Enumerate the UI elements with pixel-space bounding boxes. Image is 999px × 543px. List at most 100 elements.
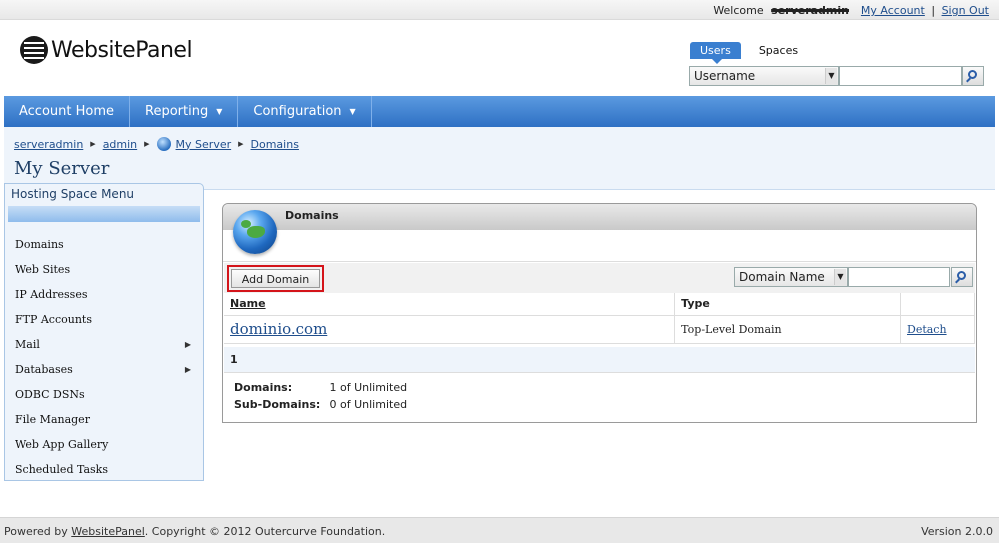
- breadcrumb-arrow-icon: ▶: [90, 140, 96, 148]
- breadcrumb-arrow-icon: ▶: [238, 140, 244, 148]
- table-header-row: Name Type: [224, 293, 975, 316]
- top-bar: Welcome serveradmin My Account | Sign Ou…: [0, 0, 999, 20]
- sidebar-list: Domains Web Sites IP Addresses FTP Accou…: [5, 232, 203, 482]
- version-text: Version 2.0.0: [921, 525, 993, 538]
- sidebar-item-databases[interactable]: Databases ▶: [5, 357, 203, 382]
- sidebar-item-odbc-dsns[interactable]: ODBC DSNs: [5, 382, 203, 407]
- link-separator: |: [931, 4, 936, 17]
- search-tabs: Users Spaces: [690, 42, 808, 64]
- domain-action-cell: Detach: [900, 315, 975, 344]
- stat-row-domains: Domains: 1 of Unlimited: [234, 381, 407, 398]
- table-row: dominio.com Top-Level Domain Detach: [224, 315, 975, 344]
- sidebar-item-web-app-gallery[interactable]: Web App Gallery: [5, 432, 203, 457]
- panel-header: Domains: [223, 204, 976, 230]
- sidebar-item-label: ODBC DSNs: [15, 388, 85, 401]
- nav-reporting[interactable]: Reporting ▼: [130, 96, 239, 127]
- logo-globe-icon: [20, 36, 48, 64]
- search-icon: [968, 70, 977, 79]
- breadcrumb-admin[interactable]: admin: [103, 138, 137, 151]
- column-actions: [900, 293, 975, 316]
- column-type: Type: [674, 293, 901, 316]
- panel-title: Domains: [285, 209, 339, 222]
- username-redacted: serveradmin: [771, 4, 849, 17]
- domain-filter-value: Domain Name: [739, 270, 825, 284]
- sidebar-item-file-manager[interactable]: File Manager: [5, 407, 203, 432]
- stat-row-subdomains: Sub-Domains: 0 of Unlimited: [234, 398, 407, 415]
- search-input[interactable]: [839, 66, 962, 86]
- copyright-text: . Copyright © 2012 Outercurve Foundation…: [144, 525, 386, 538]
- breadcrumb: serveradmin ▶ admin ▶ My Server ▶ Domain…: [14, 137, 299, 151]
- tab-users[interactable]: Users: [690, 42, 741, 64]
- my-account-link[interactable]: My Account: [861, 4, 925, 17]
- breadcrumb-arrow-icon: ▶: [144, 140, 150, 148]
- dropdown-arrow-icon: ▼: [825, 68, 837, 84]
- sidebar-header: Hosting Space Menu: [11, 187, 135, 201]
- account-links: My Account | Sign Out: [861, 4, 989, 17]
- sidebar-item-label: Scheduled Tasks: [15, 463, 108, 476]
- detach-link[interactable]: Detach: [907, 323, 947, 336]
- sidebar-item-label: File Manager: [15, 413, 90, 426]
- stat-value: 1 of Unlimited: [329, 381, 408, 394]
- add-domain-button[interactable]: Add Domain: [231, 269, 320, 288]
- domain-search-input[interactable]: [848, 267, 950, 287]
- sidebar-item-label: IP Addresses: [15, 288, 88, 301]
- sidebar-item-label: Web Sites: [15, 263, 71, 276]
- nav-account-home[interactable]: Account Home: [4, 96, 131, 127]
- main-nav: Account Home Reporting ▼ Configuration ▼: [4, 96, 995, 127]
- sidebar-item-label: Databases: [15, 363, 73, 376]
- breadcrumb-serveradmin[interactable]: serveradmin: [14, 138, 83, 151]
- sidebar-item-ip-addresses[interactable]: IP Addresses: [5, 282, 203, 307]
- footer-credits: Powered by WebsitePanel. Copyright © 201…: [4, 525, 385, 538]
- domains-globe-icon: [233, 210, 277, 254]
- domain-type-cell: Top-Level Domain: [674, 315, 901, 344]
- sidebar-item-web-sites[interactable]: Web Sites: [5, 257, 203, 282]
- footer: Powered by WebsitePanel. Copyright © 201…: [0, 517, 999, 543]
- column-name[interactable]: Name: [224, 293, 676, 316]
- hosting-space-menu: Hosting Space Menu Domains Web Sites IP …: [4, 183, 204, 481]
- logo[interactable]: WebsitePanel: [20, 36, 193, 64]
- search-button[interactable]: [962, 66, 984, 86]
- stat-label: Sub-Domains:: [234, 398, 321, 411]
- panel-icon-area: [223, 230, 976, 262]
- powered-by-text: Powered by: [4, 525, 68, 538]
- nav-account-home-label: Account Home: [19, 104, 115, 119]
- panel-toolbar: Add Domain Domain Name ▼: [224, 263, 975, 294]
- breadcrumb-my-server[interactable]: My Server: [176, 138, 232, 151]
- add-domain-highlight: Add Domain: [227, 265, 324, 292]
- dropdown-arrow-icon: ▼: [834, 269, 846, 285]
- pager: 1: [224, 347, 975, 373]
- welcome-text: Welcome serveradmin: [713, 4, 849, 17]
- sign-out-link[interactable]: Sign Out: [942, 4, 989, 17]
- chevron-down-icon: ▼: [216, 107, 223, 116]
- submenu-arrow-icon: ▶: [184, 365, 191, 374]
- domain-name-cell: dominio.com: [224, 315, 676, 344]
- domains-table: Name Type dominio.com Top-Level Domain D…: [224, 293, 975, 344]
- user-search: Username ▼: [689, 66, 984, 86]
- page-number[interactable]: 1: [230, 353, 238, 366]
- sidebar-item-label: FTP Accounts: [15, 313, 92, 326]
- sidebar-item-scheduled-tasks[interactable]: Scheduled Tasks: [5, 457, 203, 482]
- sidebar-item-domains[interactable]: Domains: [5, 232, 203, 257]
- nav-configuration[interactable]: Configuration ▼: [238, 96, 372, 127]
- page-title: My Server: [14, 158, 110, 179]
- search-field-select[interactable]: Username ▼: [689, 66, 839, 86]
- nav-reporting-label: Reporting: [145, 104, 209, 119]
- stat-value: 0 of Unlimited: [329, 398, 408, 411]
- domain-search-button[interactable]: [951, 267, 973, 287]
- websitepanel-link[interactable]: WebsitePanel: [71, 525, 145, 538]
- globe-icon: [156, 137, 171, 151]
- sidebar-band: [8, 206, 200, 222]
- sidebar-item-label: Web App Gallery: [15, 438, 109, 451]
- search-icon: [957, 271, 966, 280]
- welcome-label: Welcome: [713, 4, 764, 17]
- search-field-value: Username: [694, 69, 756, 83]
- domains-panel: Domains Add Domain Domain Name ▼ Name Ty…: [222, 203, 977, 423]
- domain-filter-select[interactable]: Domain Name ▼: [734, 267, 848, 287]
- tab-spaces[interactable]: Spaces: [749, 42, 808, 59]
- quota-stats: Domains: 1 of Unlimited Sub-Domains: 0 o…: [234, 381, 407, 415]
- stat-label: Domains:: [234, 381, 293, 394]
- sidebar-item-ftp-accounts[interactable]: FTP Accounts: [5, 307, 203, 332]
- sidebar-item-mail[interactable]: Mail ▶: [5, 332, 203, 357]
- domain-link[interactable]: dominio.com: [230, 320, 327, 338]
- breadcrumb-domains[interactable]: Domains: [251, 138, 299, 151]
